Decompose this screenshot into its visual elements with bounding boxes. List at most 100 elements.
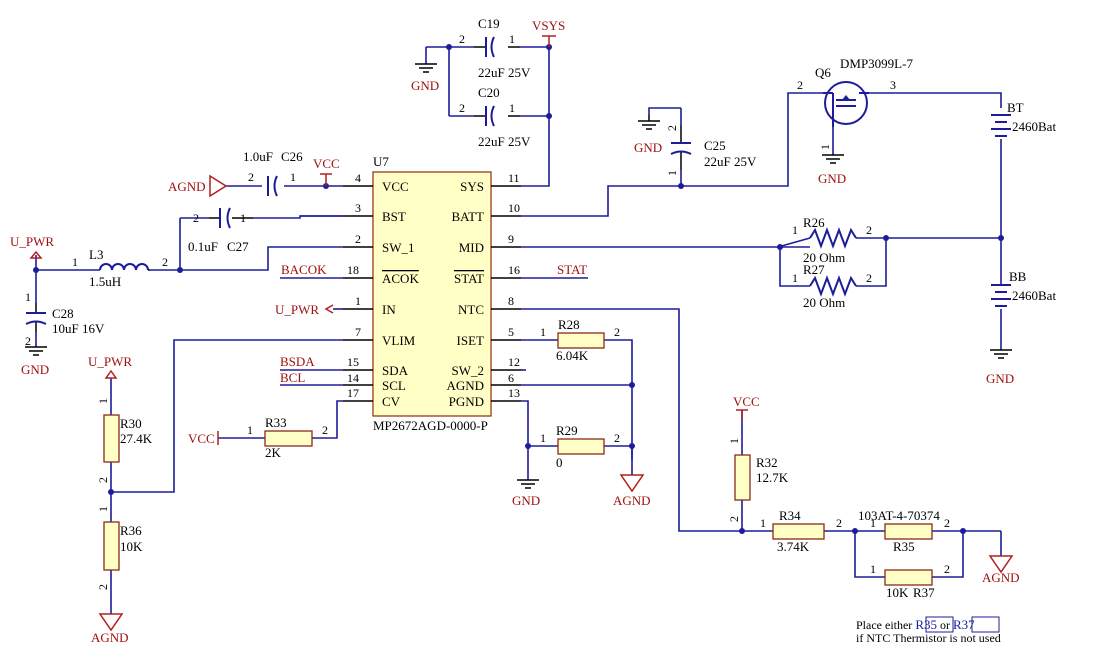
r35-value: 103AT-4-70374 [858,508,940,523]
r37-ref: R37 [913,585,935,600]
pin-num: 2 [866,223,872,237]
q6-value: DMP3099L-7 [840,56,913,71]
pin-name-mid: MID [459,240,484,255]
pin-num: 2 [614,431,620,445]
pin-num: 1 [792,271,798,285]
bacok-label: BACOK [281,262,327,277]
pin-num: 1 [72,255,78,269]
pin-num: 2 [96,584,110,590]
pin-num: 1 [760,516,766,530]
vcc-label: VCC [733,394,760,409]
agnd-port: AGND [613,474,651,508]
r35-ref: R35 [893,539,915,554]
pin-num: 2 [836,516,842,530]
ic-u7-part: MP2672AGD-0000-P [373,418,488,433]
resistor-r37[interactable]: 1 2 10K R37 [870,562,950,600]
pin-num: 2 [25,334,31,348]
pin-num: 1 [509,32,515,46]
u-pwr-port: U_PWR [275,302,334,317]
r32-ref: R32 [756,455,778,470]
pin-num: 15 [347,355,359,369]
bb-value: 2460Bat [1012,288,1056,303]
bt-ref: BT [1007,100,1024,115]
pin-num: 1 [247,423,253,437]
pin-num: 1 [818,144,832,150]
u-pwr-label: U_PWR [10,234,54,249]
resistor-r36[interactable]: 1 2 R36 10K [96,506,143,590]
pin-num: 3 [890,78,896,92]
pin-name-vlim: VLIM [382,333,416,348]
vcc-label: VCC [188,431,215,446]
r32-value: 12.7K [756,470,789,485]
mosfet-q6[interactable]: 2 3 1 Q6 DMP3099L-7 [797,56,913,150]
agnd-label: AGND [91,630,129,645]
resistor-r30[interactable]: 1 2 R30 27.4K [96,398,153,483]
r36-ref: R36 [120,523,142,538]
pin-num: 2 [322,423,328,437]
pin-num: 1 [665,170,679,176]
pin-num: 2 [355,232,361,246]
capacitor-c25[interactable]: 2 1 C25 22uF 25V [665,125,757,176]
pin-name-acok: ACOK [382,271,419,286]
pin-num: 13 [508,386,520,400]
capacitor-c28[interactable]: 1 2 C28 10uF 16V [25,290,105,348]
c20-value: 22uF 25V [478,134,531,149]
pin-name-in: IN [382,302,396,317]
pin-name-iset: ISET [457,333,485,348]
r33-value: 2K [265,445,282,460]
pin-num: 2 [96,477,110,483]
pin-name-agnd: AGND [446,378,484,393]
pin-name-vcc: VCC [382,179,409,194]
pin-name-pgnd: PGND [449,394,484,409]
inductor-l3[interactable]: 1 2 L3 1.5uH [72,247,168,289]
bcl-label: BCL [280,370,305,385]
pin-num: 1 [290,170,296,184]
c26-ref: C26 [281,149,303,164]
pin-num: 14 [347,371,359,385]
gnd-symbol: GND [21,346,49,377]
gnd-symbol: GND [411,63,439,93]
r28-value: 6.04K [556,348,589,363]
gnd-symbol: GND [512,479,540,508]
capacitor-c26[interactable]: 2 1 1.0uF C26 [243,149,303,197]
pin-num: 18 [347,263,359,277]
c28-ref: C28 [52,306,74,321]
pin-num: 2 [248,170,254,184]
gnd-symbol: GND [634,115,662,155]
pin-name-cv: CV [382,394,401,409]
agnd-port: AGND [168,174,228,198]
c20-ref: C20 [478,85,500,100]
placement-note: Place either R35 or R37 if NTC Thermisto… [856,616,1001,645]
pin-num: 2 [193,211,199,225]
junctions [33,44,1004,534]
pin-num: 2 [727,516,741,522]
pin-num: 10 [508,201,520,215]
capacitor-c27[interactable]: 2 1 0.1uF C27 [188,207,253,254]
pin-name-ntc: NTC [458,302,484,317]
ic-u7[interactable]: U7 MP2672AGD-0000-P 4 3 2 18 1 7 15 14 1… [343,154,521,433]
stat-label: STAT [557,262,587,277]
agnd-port: AGND [982,555,1020,585]
r34-ref: R34 [779,508,801,523]
pin-num: 1 [509,101,515,115]
capacitor-c19[interactable]: 2 1 C19 22uF 25V [459,16,531,80]
pin-num: 3 [355,201,361,215]
battery-bb[interactable]: BB 2460Bat [991,269,1056,307]
vcc-port: VCC [313,156,340,186]
pin-num: 2 [459,32,465,46]
bt-value: 2460Bat [1012,119,1056,134]
vsys-label: VSYS [532,18,565,33]
pin-name-batt: BATT [452,209,485,224]
r34-value: 3.74K [777,539,810,554]
pin-num: 2 [459,101,465,115]
schematic-canvas: U7 MP2672AGD-0000-P 4 3 2 18 1 7 15 14 1… [10,16,1056,645]
pin-num: 1 [727,438,741,444]
pin-num: 6 [508,371,514,385]
gnd-label: GND [512,493,540,508]
pin-num: 2 [797,78,803,92]
capacitor-c20[interactable]: 2 1 C20 22uF 25V [459,85,531,149]
c25-ref: C25 [704,138,726,153]
c28-value: 10uF 16V [52,321,105,336]
c27-ref: C27 [227,239,249,254]
pin-name-sw2: SW_2 [452,363,485,378]
